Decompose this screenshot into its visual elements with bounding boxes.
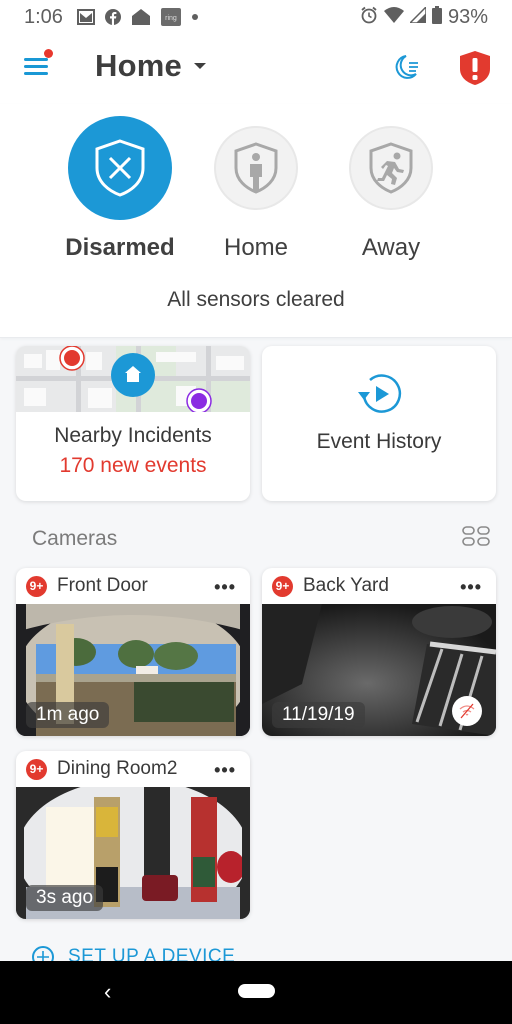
sensor-status: All sensors cleared — [167, 288, 345, 311]
nearby-incidents-count: 170 new events — [59, 454, 207, 477]
event-count-badge: 9+ — [26, 758, 47, 780]
mode-home-circle — [214, 126, 298, 210]
snapshot-time: 3s ago — [26, 885, 104, 911]
signal-icon — [408, 4, 427, 28]
moon-schedule-icon — [395, 55, 418, 79]
modes-schedule-button[interactable] — [392, 52, 422, 82]
snapshot-time: 11/19/19 — [272, 702, 365, 728]
mode-home-label: Home — [223, 234, 289, 261]
camera-name: Dining Room2 — [57, 758, 178, 779]
status-time: 1:06 — [24, 5, 63, 28]
facebook-icon — [104, 9, 121, 25]
more-options-button[interactable]: ••• — [214, 760, 236, 781]
svg-text:ring: ring — [165, 15, 177, 22]
home-gesture-pill[interactable] — [238, 984, 275, 998]
incident-marker-purple — [186, 388, 212, 412]
event-history-title: Event History — [316, 430, 442, 453]
incident-marker-red — [59, 346, 85, 371]
battery-percent: 93% — [447, 5, 488, 28]
location-dropdown[interactable]: Home — [95, 48, 206, 84]
grid-view-icon — [462, 526, 490, 546]
menu-icon — [24, 58, 48, 61]
security-mode-panel: Disarmed Home Away All sensors cleared — [0, 104, 512, 338]
notification-dot-icon — [191, 13, 199, 21]
mode-disarmed-circle — [68, 116, 172, 220]
menu-button[interactable] — [24, 49, 53, 80]
shield-x-icon — [95, 139, 145, 197]
camera-thumbnail[interactable]: 3s ago — [16, 787, 250, 919]
event-history-icon — [358, 374, 402, 413]
shield-running-icon — [369, 142, 413, 194]
event-history-tile[interactable]: Event History — [262, 346, 496, 501]
camera-card-dining-room2: 9+ Dining Room2 ••• 3s ago — [16, 751, 250, 919]
home-icon — [131, 8, 151, 26]
alarm-icon — [360, 6, 378, 29]
camera-name: Front Door — [57, 575, 148, 596]
event-count-badge: 9+ — [26, 575, 47, 597]
camera-header: 9+ Back Yard ••• — [262, 568, 496, 604]
camera-name: Back Yard — [303, 575, 389, 596]
app-header: Home — [0, 34, 512, 104]
system-nav-bar: ‹ — [0, 961, 512, 1024]
menu-icon-bar — [24, 72, 48, 75]
mode-home[interactable]: Home — [196, 104, 316, 262]
more-options-button[interactable]: ••• — [460, 577, 482, 598]
status-bar: 1:06 ring 93% — [0, 0, 512, 34]
mode-disarmed-label: Disarmed — [65, 234, 175, 261]
snapshot-time: 1m ago — [26, 702, 110, 728]
grid-view-toggle[interactable] — [462, 525, 490, 547]
shield-person-icon — [234, 142, 278, 194]
cameras-section-label: Cameras — [32, 527, 118, 550]
mode-away-circle — [349, 126, 433, 210]
mode-disarmed[interactable]: Disarmed — [52, 104, 188, 262]
alert-button[interactable] — [458, 50, 492, 86]
menu-icon-bar — [24, 65, 48, 68]
camera-header: 9+ Front Door ••• — [16, 568, 250, 604]
home-marker-icon — [111, 353, 155, 397]
more-options-button[interactable]: ••• — [214, 577, 236, 598]
mode-away[interactable]: Away — [331, 104, 451, 262]
nearby-incidents-tile[interactable]: Nearby Incidents 170 new events — [16, 346, 250, 501]
back-button[interactable]: ‹ — [104, 979, 111, 1005]
event-count-badge: 9+ — [272, 575, 293, 597]
camera-header: 9+ Dining Room2 ••• — [16, 751, 250, 787]
wifi-icon — [383, 6, 404, 28]
nearby-incidents-title: Nearby Incidents — [54, 424, 212, 447]
wifi-off-icon — [459, 703, 475, 719]
ring-icon: ring — [160, 8, 181, 26]
neighborhood-map — [16, 346, 250, 412]
camera-card-front-door: 9+ Front Door ••• 1m ago — [16, 568, 250, 736]
menu-notification-dot — [44, 49, 53, 58]
mode-away-label: Away — [361, 234, 421, 261]
battery-icon — [431, 5, 442, 29]
offline-indicator — [452, 696, 482, 726]
alert-shield-icon — [460, 51, 490, 85]
location-title: Home — [95, 48, 182, 83]
camera-card-back-yard: 9+ Back Yard ••• 11/19/19 — [262, 568, 496, 736]
gmail-icon — [76, 9, 95, 25]
camera-thumbnail[interactable]: 11/19/19 — [262, 604, 496, 736]
chevron-down-icon — [193, 63, 206, 69]
camera-thumbnail[interactable]: 1m ago — [16, 604, 250, 736]
